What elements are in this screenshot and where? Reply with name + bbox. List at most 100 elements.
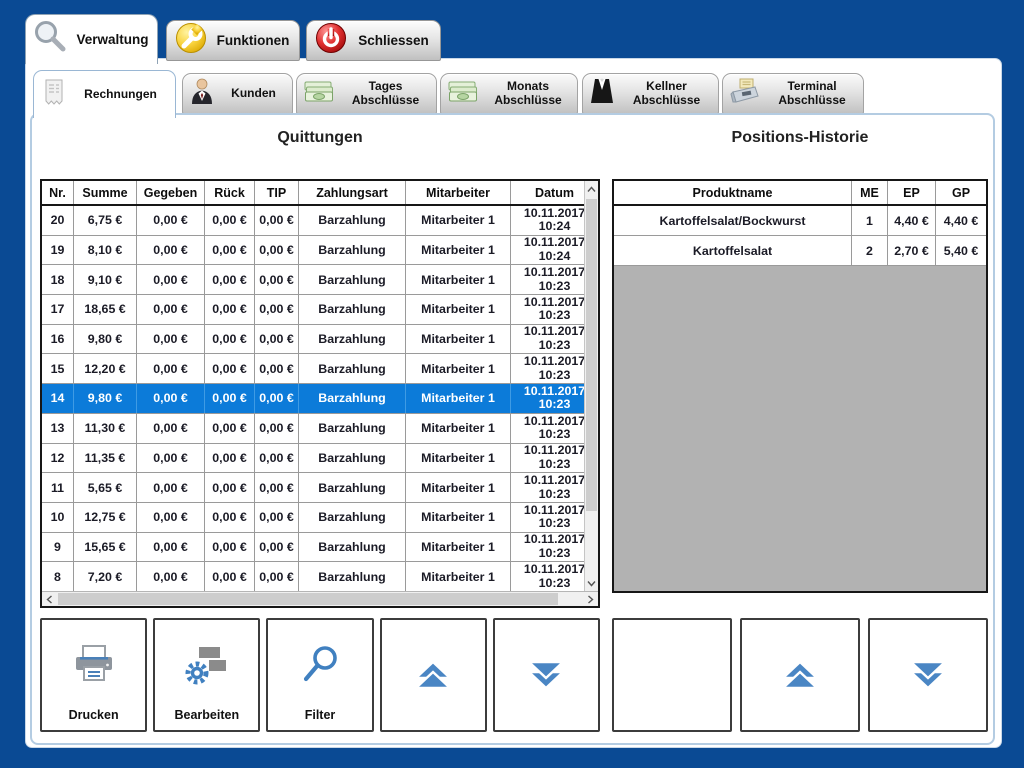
scroll-positions-down-button[interactable] (868, 618, 988, 732)
cell-rueck: 0,00 € (205, 473, 255, 502)
cell-tip: 0,00 € (255, 503, 299, 532)
button-label: Drucken (42, 708, 145, 722)
scroll-table-down-button[interactable] (493, 618, 600, 732)
table-row[interactable]: 19 8,10 € 0,00 € 0,00 € 0,00 € Barzahlun… (42, 236, 598, 266)
cell-mitarbeiter: Mitarbeiter 1 (406, 444, 511, 473)
cell-rueck: 0,00 € (205, 533, 255, 562)
cell-summe: 18,65 € (74, 295, 137, 324)
table-row[interactable]: 14 9,80 € 0,00 € 0,00 € 0,00 € Barzahlun… (42, 384, 598, 414)
person-icon (189, 77, 215, 110)
table-row[interactable]: 10 12,75 € 0,00 € 0,00 € 0,00 € Barzahlu… (42, 503, 598, 533)
cell-zahlungsart: Barzahlung (299, 206, 406, 235)
tab-label: TagesAbschlüsse (335, 80, 436, 108)
scroll-positions-up-button[interactable] (740, 618, 860, 732)
horizontal-scrollbar-thumb[interactable] (58, 593, 558, 605)
cell-rueck: 0,00 € (205, 295, 255, 324)
cell-rueck: 0,00 € (205, 384, 255, 413)
tab-monats-abschluesse[interactable]: MonatsAbschlüsse (440, 73, 578, 114)
col-gegeben: Gegeben (137, 181, 205, 204)
cell-gegeben: 0,00 € (137, 354, 205, 383)
receipts-rows: 20 6,75 € 0,00 € 0,00 € 0,00 € Barzahlun… (42, 206, 598, 591)
scroll-left-arrow-icon[interactable] (42, 592, 57, 606)
wrench-icon (175, 22, 207, 59)
quittungen-table-header: Nr. Summe Gegeben Rück TIP Zahlungsart M… (42, 181, 598, 206)
cell-zahlungsart: Barzahlung (299, 444, 406, 473)
cell-nr: 10 (42, 503, 74, 532)
table-row[interactable]: 8 7,20 € 0,00 € 0,00 € 0,00 € Barzahlung… (42, 562, 598, 591)
vertical-scrollbar[interactable] (584, 181, 598, 591)
printer-icon (42, 644, 145, 684)
table-row[interactable]: Kartoffelsalat/Bockwurst 1 4,40 € 4,40 € (614, 206, 986, 236)
positions-rows: Kartoffelsalat/Bockwurst 1 4,40 € 4,40 €… (614, 206, 986, 266)
cell-tip: 0,00 € (255, 325, 299, 354)
cell-mitarbeiter: Mitarbeiter 1 (406, 414, 511, 443)
col-tip: TIP (255, 181, 299, 204)
button-label: Filter (268, 708, 371, 722)
cell-gegeben: 0,00 € (137, 325, 205, 354)
table-row[interactable]: 11 5,65 € 0,00 € 0,00 € 0,00 € Barzahlun… (42, 473, 598, 503)
filter-button[interactable]: Filter (266, 618, 373, 732)
cell-mitarbeiter: Mitarbeiter 1 (406, 325, 511, 354)
cell-gegeben: 0,00 € (137, 473, 205, 502)
horizontal-scrollbar[interactable] (42, 591, 598, 606)
col-zahlungsart: Zahlungsart (299, 181, 406, 204)
vertical-scrollbar-thumb[interactable] (586, 199, 597, 511)
scroll-right-arrow-icon[interactable] (583, 592, 598, 606)
tab-terminal-abschluesse[interactable]: TerminalAbschlüsse (722, 73, 864, 114)
table-row[interactable]: 13 11,30 € 0,00 € 0,00 € 0,00 € Barzahlu… (42, 414, 598, 444)
tab-rechnungen[interactable]: Rechnungen (33, 70, 176, 118)
positions-table: Produktname ME EP GP Kartoffelsalat/Bock… (612, 179, 988, 593)
tab-label: Schliessen (347, 33, 440, 48)
cell-mitarbeiter: Mitarbeiter 1 (406, 354, 511, 383)
scroll-down-arrow-icon[interactable] (585, 575, 598, 591)
cell-nr: 12 (42, 444, 74, 473)
tab-kunden[interactable]: Kunden (182, 73, 293, 114)
tab-funktionen[interactable]: Funktionen (166, 20, 300, 61)
table-row[interactable]: 18 9,10 € 0,00 € 0,00 € 0,00 € Barzahlun… (42, 265, 598, 295)
cell-summe: 6,75 € (74, 206, 137, 235)
cell-me: 1 (852, 206, 888, 235)
cell-gegeben: 0,00 € (137, 444, 205, 473)
col-ep: EP (888, 181, 936, 204)
cell-gp: 4,40 € (936, 206, 986, 235)
cell-me: 2 (852, 236, 888, 265)
table-row[interactable]: 9 15,65 € 0,00 € 0,00 € 0,00 € Barzahlun… (42, 533, 598, 563)
cell-summe: 8,10 € (74, 236, 137, 265)
cell-tip: 0,00 € (255, 533, 299, 562)
cell-nr: 17 (42, 295, 74, 324)
drucken-button[interactable]: Drucken (40, 618, 147, 732)
cell-summe: 5,65 € (74, 473, 137, 502)
bearbeiten-button[interactable]: Bearbeiten (153, 618, 260, 732)
chevrons-down-icon (495, 620, 598, 730)
cell-mitarbeiter: Mitarbeiter 1 (406, 236, 511, 265)
cell-summe: 9,80 € (74, 384, 137, 413)
table-row[interactable]: 20 6,75 € 0,00 € 0,00 € 0,00 € Barzahlun… (42, 206, 598, 236)
tab-label: KellnerAbschlüsse (615, 80, 718, 108)
receipt-icon (42, 78, 66, 111)
table-row[interactable]: 17 18,65 € 0,00 € 0,00 € 0,00 € Barzahlu… (42, 295, 598, 325)
cell-gegeben: 0,00 € (137, 533, 205, 562)
cell-rueck: 0,00 € (205, 503, 255, 532)
tab-schliessen[interactable]: Schliessen (306, 20, 441, 61)
cell-rueck: 0,00 € (205, 444, 255, 473)
cell-zahlungsart: Barzahlung (299, 265, 406, 294)
tab-verwaltung[interactable]: Verwaltung (25, 14, 158, 64)
tab-label: Kunden (215, 87, 292, 101)
table-row[interactable]: Kartoffelsalat 2 2,70 € 5,40 € (614, 236, 986, 266)
cell-gegeben: 0,00 € (137, 562, 205, 591)
tab-tages-abschluesse[interactable]: TagesAbschlüsse (296, 73, 437, 114)
empty-button[interactable] (612, 618, 732, 732)
table-row[interactable]: 12 11,35 € 0,00 € 0,00 € 0,00 € Barzahlu… (42, 444, 598, 474)
scroll-table-up-button[interactable] (380, 618, 487, 732)
money-icon (303, 78, 335, 109)
table-row[interactable]: 16 9,80 € 0,00 € 0,00 € 0,00 € Barzahlun… (42, 325, 598, 355)
right-button-bar (612, 618, 988, 732)
table-row[interactable]: 15 12,20 € 0,00 € 0,00 € 0,00 € Barzahlu… (42, 354, 598, 384)
edit-gear-icon (155, 644, 258, 686)
positions-historie-title: Positions-Historie (612, 129, 988, 147)
cell-gp: 5,40 € (936, 236, 986, 265)
cell-produktname: Kartoffelsalat/Bockwurst (614, 206, 852, 235)
scroll-up-arrow-icon[interactable] (585, 181, 598, 197)
tab-kellner-abschluesse[interactable]: KellnerAbschlüsse (582, 73, 719, 114)
cell-ep: 2,70 € (888, 236, 936, 265)
